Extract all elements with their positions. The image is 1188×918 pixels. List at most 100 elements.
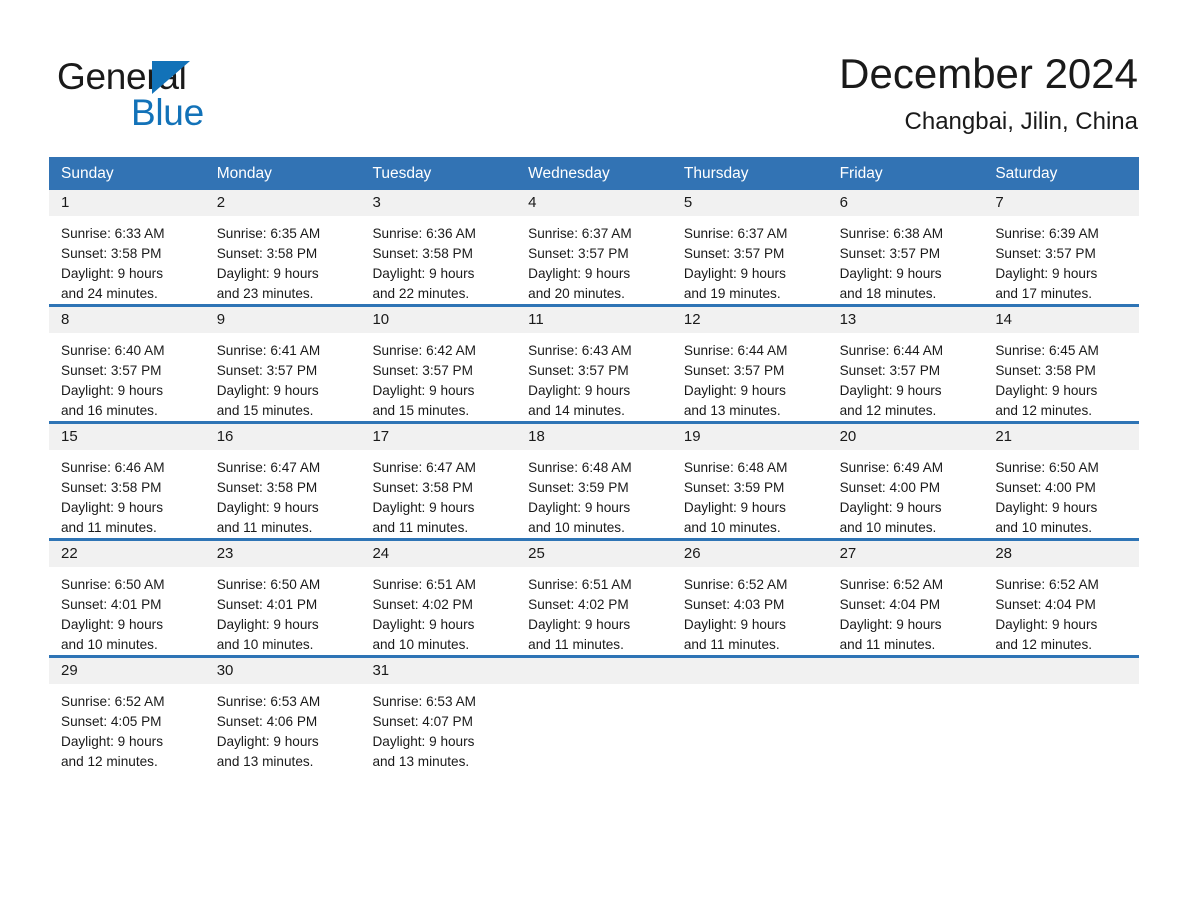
day-cell[interactable]: 7 Sunrise: 6:39 AM Sunset: 3:57 PM Dayli… bbox=[983, 190, 1140, 301]
day-cell[interactable]: 2 Sunrise: 6:35 AM Sunset: 3:58 PM Dayli… bbox=[204, 190, 361, 301]
weekday-header-row: Sunday Monday Tuesday Wednesday Thursday… bbox=[49, 157, 1139, 190]
day-cell[interactable]: 1 Sunrise: 6:33 AM Sunset: 3:58 PM Dayli… bbox=[49, 190, 205, 301]
sunrise-text: Sunrise: 6:47 AM bbox=[216, 460, 321, 475]
day-cell[interactable]: 13 Sunrise: 6:44 AM Sunset: 3:57 PM Dayl… bbox=[827, 307, 984, 418]
day-cell[interactable]: 6 Sunrise: 6:38 AM Sunset: 3:57 PM Dayli… bbox=[827, 190, 984, 301]
day-cell[interactable]: 27 Sunrise: 6:52 AM Sunset: 4:04 PM Dayl… bbox=[827, 541, 984, 652]
day-info: Sunrise: 6:35 AM Sunset: 3:58 PM Dayligh… bbox=[205, 216, 361, 314]
day-info: Sunrise: 6:49 AM Sunset: 4:00 PM Dayligh… bbox=[828, 450, 984, 548]
daylight-text-line1: Daylight: 9 hours bbox=[61, 383, 164, 398]
sunrise-text: Sunrise: 6:33 AM bbox=[61, 226, 165, 241]
daylight-text-line1: Daylight: 9 hours bbox=[528, 500, 631, 515]
day-info: Sunrise: 6:52 AM Sunset: 4:05 PM Dayligh… bbox=[49, 684, 205, 782]
sunset-text: Sunset: 3:57 PM bbox=[528, 363, 629, 378]
day-cell[interactable]: 12 Sunrise: 6:44 AM Sunset: 3:57 PM Dayl… bbox=[671, 307, 828, 418]
day-cell[interactable]: 30 Sunrise: 6:53 AM Sunset: 4:06 PM Dayl… bbox=[204, 658, 361, 770]
day-number: 8 bbox=[49, 307, 205, 333]
day-info: Sunrise: 6:43 AM Sunset: 3:57 PM Dayligh… bbox=[516, 333, 672, 431]
day-cell[interactable]: 4 Sunrise: 6:37 AM Sunset: 3:57 PM Dayli… bbox=[516, 190, 672, 301]
daylight-text-line1: Daylight: 9 hours bbox=[839, 383, 942, 398]
daylight-text-line1: Daylight: 9 hours bbox=[372, 617, 475, 632]
daylight-text-line2: and 10 minutes. bbox=[683, 520, 781, 535]
day-cell[interactable]: 21 Sunrise: 6:50 AM Sunset: 4:00 PM Dayl… bbox=[983, 424, 1140, 535]
day-number: 29 bbox=[49, 658, 205, 684]
daylight-text-line2: and 11 minutes. bbox=[372, 520, 469, 535]
title-block: December 2024 Changbai, Jilin, China bbox=[839, 48, 1138, 138]
day-cell[interactable]: 8 Sunrise: 6:40 AM Sunset: 3:57 PM Dayli… bbox=[49, 307, 205, 418]
calendar-page: General Blue December 2024 Changbai, Jil… bbox=[0, 0, 1188, 918]
sunrise-text: Sunrise: 6:51 AM bbox=[528, 577, 632, 592]
day-cell[interactable]: 31 Sunrise: 6:53 AM Sunset: 4:07 PM Dayl… bbox=[360, 658, 517, 770]
daylight-text-line1: Daylight: 9 hours bbox=[216, 500, 319, 515]
sunset-text: Sunset: 4:06 PM bbox=[216, 714, 318, 729]
weekday-header-wednesday: Wednesday bbox=[528, 165, 610, 182]
daylight-text-line1: Daylight: 9 hours bbox=[683, 500, 786, 515]
daylight-text-line1: Daylight: 9 hours bbox=[839, 266, 942, 281]
sunrise-text: Sunrise: 6:47 AM bbox=[372, 460, 476, 475]
sunrise-text: Sunrise: 6:46 AM bbox=[61, 460, 165, 475]
day-cell[interactable]: 17 Sunrise: 6:47 AM Sunset: 3:58 PM Dayl… bbox=[360, 424, 517, 535]
sunset-text: Sunset: 3:57 PM bbox=[839, 246, 941, 261]
day-number: 3 bbox=[360, 190, 517, 216]
day-cell[interactable]: 19 Sunrise: 6:48 AM Sunset: 3:59 PM Dayl… bbox=[671, 424, 828, 535]
sunrise-text: Sunrise: 6:48 AM bbox=[528, 460, 632, 475]
day-cell[interactable]: 23 Sunrise: 6:50 AM Sunset: 4:01 PM Dayl… bbox=[204, 541, 361, 652]
daylight-text-line2: and 13 minutes. bbox=[683, 403, 781, 418]
sunset-text: Sunset: 4:05 PM bbox=[61, 714, 162, 729]
day-cell[interactable]: 26 Sunrise: 6:52 AM Sunset: 4:03 PM Dayl… bbox=[671, 541, 828, 652]
sunrise-text: Sunrise: 6:50 AM bbox=[61, 577, 165, 592]
daylight-text-line1: Daylight: 9 hours bbox=[61, 734, 164, 749]
day-cell[interactable]: 18 Sunrise: 6:48 AM Sunset: 3:59 PM Dayl… bbox=[516, 424, 672, 535]
sunrise-text: Sunrise: 6:37 AM bbox=[528, 226, 632, 241]
day-cell[interactable]: 16 Sunrise: 6:47 AM Sunset: 3:58 PM Dayl… bbox=[204, 424, 361, 535]
day-info: Sunrise: 6:53 AM Sunset: 4:07 PM Dayligh… bbox=[360, 684, 516, 782]
day-info: Sunrise: 6:53 AM Sunset: 4:06 PM Dayligh… bbox=[205, 684, 361, 782]
day-cell[interactable]: 29 Sunrise: 6:52 AM Sunset: 4:05 PM Dayl… bbox=[49, 658, 205, 770]
day-number: 31 bbox=[360, 658, 517, 684]
day-cell[interactable]: 3 Sunrise: 6:36 AM Sunset: 3:58 PM Dayli… bbox=[360, 190, 517, 301]
sunset-text: Sunset: 3:58 PM bbox=[216, 480, 318, 495]
day-cell[interactable]: 22 Sunrise: 6:50 AM Sunset: 4:01 PM Dayl… bbox=[49, 541, 205, 652]
sunset-text: Sunset: 3:58 PM bbox=[372, 246, 473, 261]
weekday-header-saturday: Saturday bbox=[995, 165, 1058, 182]
sunset-text: Sunset: 4:02 PM bbox=[528, 597, 629, 612]
sunrise-text: Sunrise: 6:52 AM bbox=[839, 577, 944, 592]
week-row: 15 Sunrise: 6:46 AM Sunset: 3:58 PM Dayl… bbox=[49, 421, 1140, 535]
day-cell[interactable]: 5 Sunrise: 6:37 AM Sunset: 3:57 PM Dayli… bbox=[671, 190, 828, 301]
day-cell[interactable]: 14 Sunrise: 6:45 AM Sunset: 3:58 PM Dayl… bbox=[983, 307, 1140, 418]
day-cell[interactable]: 28 Sunrise: 6:52 AM Sunset: 4:04 PM Dayl… bbox=[983, 541, 1140, 652]
day-info: Sunrise: 6:52 AM Sunset: 4:04 PM Dayligh… bbox=[828, 567, 984, 665]
sunrise-text: Sunrise: 6:51 AM bbox=[372, 577, 476, 592]
day-info bbox=[828, 684, 984, 702]
day-cell[interactable]: 24 Sunrise: 6:51 AM Sunset: 4:02 PM Dayl… bbox=[360, 541, 517, 652]
daylight-text-line2: and 10 minutes. bbox=[839, 520, 937, 535]
daylight-text-line1: Daylight: 9 hours bbox=[683, 383, 786, 398]
daylight-text-line2: and 14 minutes. bbox=[528, 403, 625, 418]
weekday-header-thursday: Thursday bbox=[683, 165, 749, 182]
day-info: Sunrise: 6:52 AM Sunset: 4:03 PM Dayligh… bbox=[672, 567, 828, 665]
day-number: 24 bbox=[360, 541, 517, 567]
day-cell[interactable]: 9 Sunrise: 6:41 AM Sunset: 3:57 PM Dayli… bbox=[204, 307, 361, 418]
day-info: Sunrise: 6:48 AM Sunset: 3:59 PM Dayligh… bbox=[672, 450, 828, 548]
daylight-text-line1: Daylight: 9 hours bbox=[216, 734, 319, 749]
day-number: 23 bbox=[204, 541, 361, 567]
sunset-text: Sunset: 4:07 PM bbox=[372, 714, 473, 729]
day-cell[interactable]: 15 Sunrise: 6:46 AM Sunset: 3:58 PM Dayl… bbox=[49, 424, 205, 535]
day-cell[interactable]: 20 Sunrise: 6:49 AM Sunset: 4:00 PM Dayl… bbox=[827, 424, 984, 535]
daylight-text-line1: Daylight: 9 hours bbox=[995, 500, 1098, 515]
day-cell[interactable]: 10 Sunrise: 6:42 AM Sunset: 3:57 PM Dayl… bbox=[360, 307, 517, 418]
day-info bbox=[516, 684, 672, 702]
logo-triangle-icon bbox=[152, 61, 190, 94]
daylight-text-line1: Daylight: 9 hours bbox=[372, 266, 475, 281]
day-number: 13 bbox=[827, 307, 984, 333]
daylight-text-line1: Daylight: 9 hours bbox=[683, 617, 786, 632]
day-cell[interactable]: 11 Sunrise: 6:43 AM Sunset: 3:57 PM Dayl… bbox=[516, 307, 672, 418]
day-cell-empty bbox=[983, 658, 1140, 770]
daylight-text-line1: Daylight: 9 hours bbox=[216, 383, 319, 398]
sunrise-text: Sunrise: 6:40 AM bbox=[61, 343, 165, 358]
general-blue-logo[interactable]: General Blue bbox=[57, 55, 277, 135]
daylight-text-line2: and 15 minutes. bbox=[372, 403, 470, 418]
day-cell[interactable]: 25 Sunrise: 6:51 AM Sunset: 4:02 PM Dayl… bbox=[516, 541, 672, 652]
page-title: December 2024 bbox=[839, 50, 1138, 97]
sunrise-text: Sunrise: 6:42 AM bbox=[372, 343, 476, 358]
